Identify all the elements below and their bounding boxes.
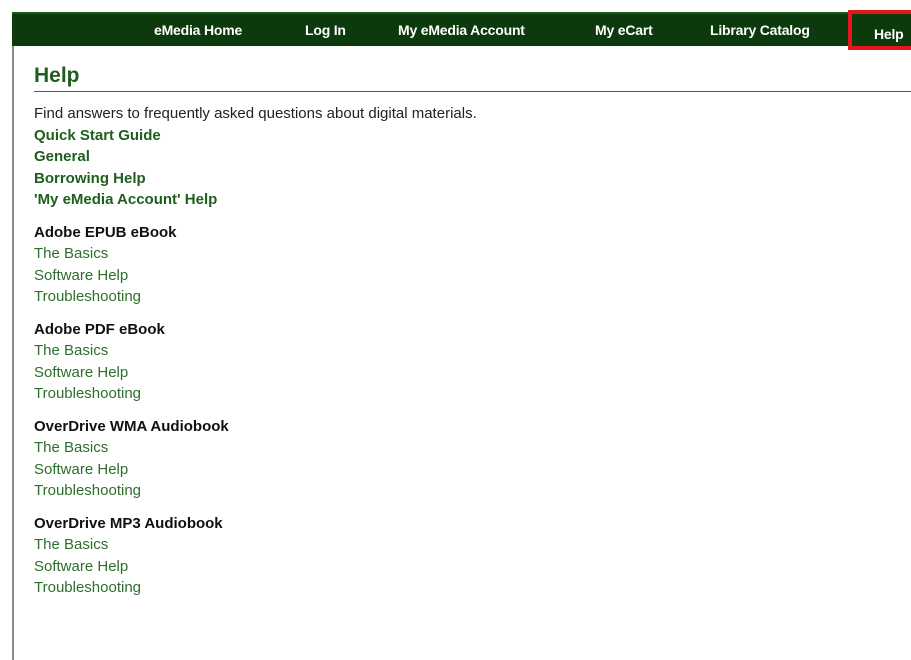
intro-text: Find answers to frequently asked questio… <box>34 105 477 122</box>
the-basics-link[interactable]: The Basics <box>34 534 894 556</box>
section-adobe-pdf-ebook: Adobe PDF eBook The Basics Software Help… <box>34 319 894 405</box>
help-content: Find answers to frequently asked questio… <box>34 103 894 599</box>
section-title: Adobe EPUB eBook <box>34 223 177 241</box>
nav-library-catalog-link[interactable]: Library Catalog <box>710 14 810 46</box>
section-overdrive-wma-audiobook: OverDrive WMA Audiobook The Basics Softw… <box>34 416 894 502</box>
borrowing-help-link[interactable]: Borrowing Help <box>34 168 894 190</box>
the-basics-link[interactable]: The Basics <box>34 340 894 362</box>
troubleshooting-link[interactable]: Troubleshooting <box>34 577 894 599</box>
nav-my-emedia-account-link[interactable]: My eMedia Account <box>398 14 525 46</box>
quick-start-guide-link[interactable]: Quick Start Guide <box>34 125 894 147</box>
troubleshooting-link[interactable]: Troubleshooting <box>34 286 894 308</box>
top-navigation-bar: eMedia Home Log In My eMedia Account My … <box>12 10 911 50</box>
main-help-links: Quick Start Guide General Borrowing Help… <box>34 125 894 211</box>
nav-emedia-home-link[interactable]: eMedia Home <box>154 14 242 46</box>
the-basics-link[interactable]: The Basics <box>34 243 894 265</box>
section-title: OverDrive WMA Audiobook <box>34 417 229 435</box>
section-adobe-epub-ebook: Adobe EPUB eBook The Basics Software Hel… <box>34 222 894 308</box>
troubleshooting-link[interactable]: Troubleshooting <box>34 480 894 502</box>
troubleshooting-link[interactable]: Troubleshooting <box>34 383 894 405</box>
section-title: Adobe PDF eBook <box>34 320 165 338</box>
general-link[interactable]: General <box>34 146 894 168</box>
title-divider <box>34 91 911 92</box>
the-basics-link[interactable]: The Basics <box>34 437 894 459</box>
nav-help-link[interactable]: Help <box>848 10 911 50</box>
page: eMedia Home Log In My eMedia Account My … <box>0 0 911 660</box>
nav-log-in-link[interactable]: Log In <box>305 14 346 46</box>
section-title: OverDrive MP3 Audiobook <box>34 514 223 532</box>
my-emedia-account-help-link[interactable]: 'My eMedia Account' Help <box>34 189 894 211</box>
page-title: Help <box>34 64 80 87</box>
software-help-link[interactable]: Software Help <box>34 459 894 481</box>
nav-my-ecart-link[interactable]: My eCart <box>595 14 653 46</box>
left-border-divider <box>12 46 14 660</box>
software-help-link[interactable]: Software Help <box>34 556 894 578</box>
section-overdrive-mp3-audiobook: OverDrive MP3 Audiobook The Basics Softw… <box>34 513 894 599</box>
software-help-link[interactable]: Software Help <box>34 265 894 287</box>
software-help-link[interactable]: Software Help <box>34 362 894 384</box>
